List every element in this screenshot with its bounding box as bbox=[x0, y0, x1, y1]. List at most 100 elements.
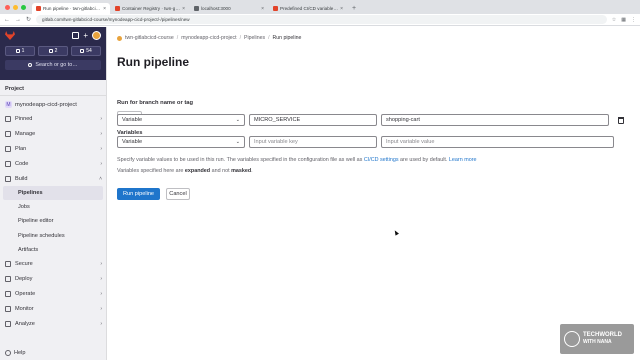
watermark-line2: WITH NANA bbox=[583, 339, 612, 345]
address-bar-row: ← → ↻ gitlab.com/twn-gitlabcicd-course/m… bbox=[0, 14, 640, 26]
forward-icon[interactable]: → bbox=[15, 17, 21, 23]
back-icon[interactable]: ← bbox=[4, 17, 10, 23]
help2-prefix: Variables specified here are bbox=[117, 168, 185, 174]
help-label: Help bbox=[14, 350, 26, 356]
url-text: gitlab.com/twn-gitlabcicd-course/mynodea… bbox=[42, 17, 190, 22]
sidebar-subitem-pipeline-editor[interactable]: Pipeline editor bbox=[0, 214, 106, 228]
minimize-window-button[interactable] bbox=[13, 5, 18, 10]
tab-title: Container Registry · twn-gitl… bbox=[122, 6, 181, 11]
variable-value-input-2[interactable] bbox=[381, 136, 614, 148]
browser-tab[interactable]: Run pipeline · twn-gitlabcicd-course× bbox=[32, 3, 110, 14]
code-icon bbox=[5, 160, 11, 167]
close-tab-icon[interactable]: × bbox=[103, 6, 106, 12]
run-pipeline-button[interactable]: Run pipeline bbox=[117, 188, 160, 200]
counter-value: 1 bbox=[21, 48, 25, 54]
users-icon bbox=[5, 130, 11, 137]
cancel-button[interactable]: Cancel bbox=[166, 188, 190, 200]
variable-key-input[interactable] bbox=[249, 114, 377, 126]
branch-label: Run for branch name or tag bbox=[117, 100, 194, 106]
sidebar-item-label: Deploy bbox=[15, 276, 33, 283]
project-avatar: M bbox=[5, 101, 12, 108]
variable-key-field-2[interactable] bbox=[254, 139, 372, 145]
todo-icon bbox=[80, 49, 85, 53]
plan-icon bbox=[5, 145, 11, 152]
user-avatar[interactable] bbox=[92, 31, 101, 40]
variable-key-field[interactable] bbox=[254, 117, 372, 123]
search-button[interactable]: Search or go to… bbox=[5, 60, 101, 70]
breadcrumb-link[interactable]: mynodeapp-cicd-project bbox=[181, 35, 236, 41]
sidebar-project-link[interactable]: M mynodeapp-cicd-project bbox=[0, 98, 106, 111]
chevron-right-icon: › bbox=[100, 130, 102, 137]
sidebar-item-label: Secure bbox=[15, 261, 33, 268]
create-new-icon[interactable]: + bbox=[83, 32, 88, 40]
sidebar-section-label: Project bbox=[5, 86, 24, 92]
sidebar-item-code[interactable]: Code › bbox=[0, 156, 106, 171]
variable-value-input[interactable] bbox=[381, 114, 609, 126]
sidebar-toggle-icon[interactable] bbox=[72, 32, 80, 39]
sidebar-item-build[interactable]: Build ˄ bbox=[0, 171, 106, 186]
gitlab-logo-icon[interactable] bbox=[5, 31, 15, 40]
sidebar: + 1 2 54 Search or go to… Project M mynode… bbox=[0, 27, 107, 360]
project-name: mynodeapp-cicd-project bbox=[15, 101, 77, 108]
monitor-icon bbox=[5, 306, 11, 313]
chevron-right-icon: › bbox=[100, 306, 102, 313]
breadcrumb-separator: / bbox=[268, 35, 270, 41]
breadcrumb-separator: / bbox=[239, 35, 242, 41]
counter-todo[interactable]: 54 bbox=[71, 46, 101, 56]
sidebar-item-plan[interactable]: Plan › bbox=[0, 141, 106, 156]
sidebar-item-deploy[interactable]: Deploy › bbox=[0, 272, 106, 287]
sidebar-subitem-jobs[interactable]: Jobs bbox=[0, 200, 106, 214]
reload-icon[interactable]: ↻ bbox=[26, 16, 31, 23]
sidebar-divider bbox=[0, 95, 106, 96]
browser-tab[interactable]: Container Registry · twn-gitl… × bbox=[111, 3, 189, 14]
sidebar-item-pinned[interactable]: Pinned › bbox=[0, 111, 106, 126]
chevron-right-icon: › bbox=[100, 321, 102, 328]
variable-value-field-2[interactable] bbox=[386, 139, 609, 145]
variables-help-text: Specify variable values to be used in th… bbox=[117, 157, 477, 163]
browser-tab[interactable]: Predefined CI/CD variables ref…× bbox=[269, 3, 347, 14]
sidebar-item-label: Code bbox=[15, 160, 29, 167]
url-input[interactable]: gitlab.com/twn-gitlabcicd-course/mynodea… bbox=[36, 15, 607, 24]
help-button[interactable]: Help bbox=[5, 350, 26, 356]
counter-issues[interactable]: 1 bbox=[5, 46, 35, 56]
new-tab-button[interactable]: + bbox=[348, 5, 360, 14]
chevron-right-icon: › bbox=[100, 115, 102, 122]
sidebar-item-operate[interactable]: Operate › bbox=[0, 287, 106, 302]
help2-masked: masked bbox=[231, 168, 252, 174]
counter-value: 54 bbox=[86, 48, 92, 54]
help2-mid: and not bbox=[210, 168, 232, 174]
variable-key-input-2[interactable] bbox=[249, 136, 377, 148]
close-window-button[interactable] bbox=[5, 5, 10, 10]
variable-type-select-2[interactable]: Variable ⌄ bbox=[117, 136, 245, 148]
close-tab-icon[interactable]: × bbox=[340, 6, 343, 12]
sidebar-item-label: Analyze bbox=[15, 321, 35, 328]
bookmark-star-icon[interactable]: ☆ bbox=[612, 17, 616, 23]
browser-menu-icon[interactable]: ⋮ bbox=[631, 17, 636, 23]
sidebar-subitem-pipelines[interactable]: Pipelines bbox=[3, 186, 103, 201]
learn-more-link[interactable]: Learn more bbox=[449, 157, 477, 163]
sidebar-subitem-pipeline-schedules[interactable]: Pipeline schedules bbox=[0, 229, 106, 243]
cicd-settings-link[interactable]: CI/CD settings bbox=[364, 157, 399, 163]
sidebar-item-analyze[interactable]: Analyze › bbox=[0, 317, 106, 332]
variable-value-field[interactable] bbox=[386, 117, 604, 123]
sidebar-item-label: Monitor bbox=[15, 306, 34, 313]
breadcrumb-link[interactable]: Pipelines bbox=[244, 35, 265, 41]
browser-tab[interactable]: localhost:3000 × bbox=[190, 3, 268, 14]
extensions-icon[interactable]: ▦ bbox=[621, 17, 626, 23]
close-tab-icon[interactable]: × bbox=[182, 6, 185, 12]
trash-icon[interactable] bbox=[618, 117, 624, 124]
chevron-right-icon: › bbox=[100, 261, 102, 268]
sidebar-subitem-artifacts[interactable]: Artifacts bbox=[0, 243, 106, 257]
maximize-window-button[interactable] bbox=[21, 5, 26, 10]
counter-value: 2 bbox=[54, 48, 58, 54]
sidebar-item-manage[interactable]: Manage › bbox=[0, 126, 106, 141]
counter-merge-request[interactable]: 2 bbox=[38, 46, 68, 56]
tab-favicon-icon bbox=[194, 6, 199, 11]
variable-type-select[interactable]: Variable ⌄ bbox=[117, 114, 245, 126]
sidebar-item-secure[interactable]: Secure › bbox=[0, 257, 106, 272]
close-tab-icon[interactable]: × bbox=[261, 6, 264, 12]
issues-icon bbox=[15, 49, 20, 53]
sidebar-header: + 1 2 54 Search or go to… bbox=[0, 27, 106, 80]
breadcrumb-link[interactable]: twn-gitlabcicd-course bbox=[125, 35, 174, 41]
sidebar-item-monitor[interactable]: Monitor › bbox=[0, 302, 106, 317]
